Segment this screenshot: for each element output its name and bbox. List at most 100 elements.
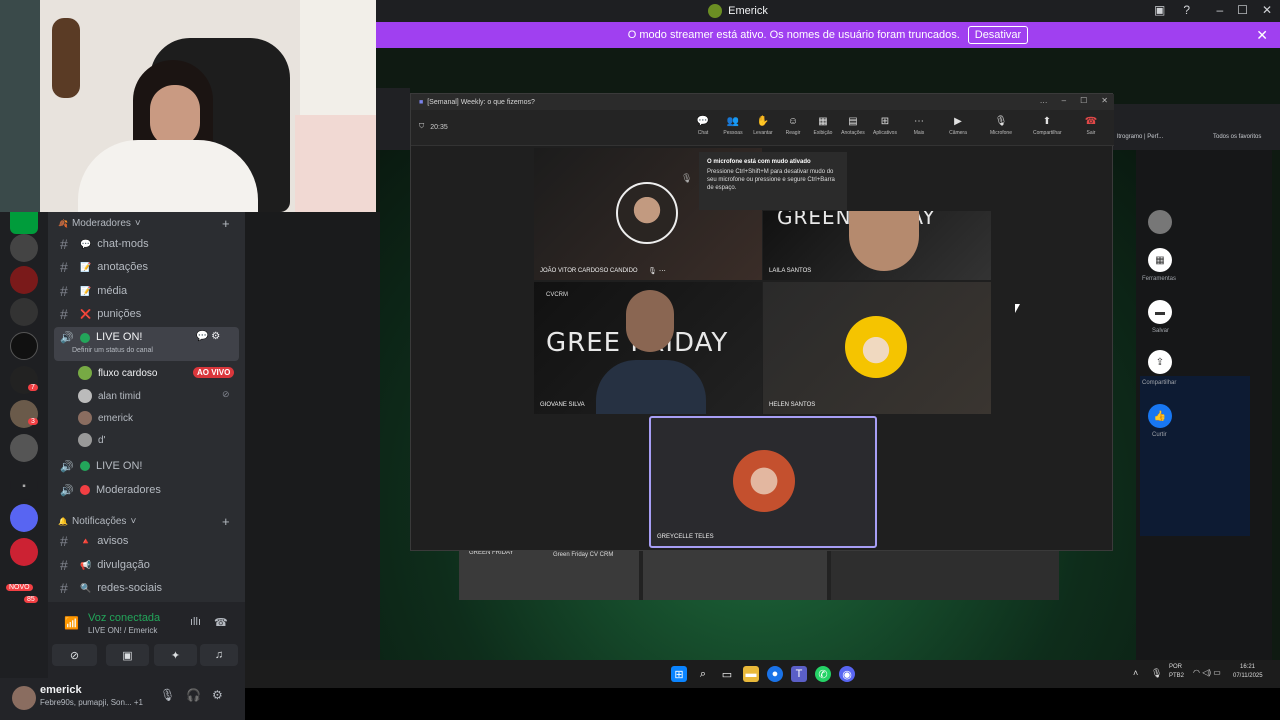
category-icon: 🍂 — [58, 219, 68, 228]
chat-button[interactable]: 💬 Chat — [689, 116, 717, 136]
save-icon[interactable]: ▬ — [1148, 300, 1172, 324]
close-icon[interactable]: ✕ — [1256, 27, 1268, 44]
server-icon[interactable] — [10, 504, 38, 532]
people-button[interactable]: 👥 Pessoas — [719, 116, 747, 136]
channel-punicoes[interactable]: # ❌ punições — [54, 303, 239, 325]
people-icon: 👥 — [726, 116, 740, 127]
server-icon[interactable] — [10, 234, 38, 262]
screen-share-button[interactable]: ▣ — [106, 644, 149, 666]
share-icon[interactable]: ⇪ — [1148, 350, 1172, 374]
share-button[interactable]: ⬆ Compartilhar — [1033, 116, 1062, 136]
chevron-up-icon[interactable]: ˄ — [1133, 668, 1138, 678]
channel-name: média — [97, 285, 128, 297]
server-icon[interactable] — [10, 538, 38, 566]
voice-user[interactable]: emerick — [78, 411, 133, 425]
server-icon[interactable] — [10, 298, 38, 326]
language-indicator[interactable]: POR — [1169, 664, 1182, 670]
meeting-toolbar: ⛉ 20:35 💬 Chat 👥 Pessoas ✋ Levantar ☺ Reagir… — [411, 110, 1114, 146]
disable-streamer-button[interactable]: Desativar — [967, 26, 1029, 44]
activities-button[interactable]: ✦ — [154, 644, 197, 666]
channel-anotacoes[interactable]: # 📝 anotações — [54, 256, 239, 278]
avatar[interactable] — [12, 686, 36, 710]
channel-emoji: 🔺 — [80, 535, 92, 546]
file-explorer-icon[interactable]: ▬ — [743, 666, 759, 682]
channel-redes-sociais[interactable]: # 🔍 redes-sociais — [54, 577, 239, 599]
headphones-icon[interactable]: 🎧 — [186, 688, 201, 702]
activity-text: Febre90s, pumapji, Son... — [40, 698, 132, 707]
clock-time[interactable]: 16:21 — [1240, 664, 1255, 670]
bookmarks-label[interactable]: Todos os favoritos — [1213, 134, 1261, 140]
voice-channel-live-on-2[interactable]: 🔊 LIVE ON! — [54, 455, 239, 477]
folder-icon[interactable]: ▪ — [10, 472, 38, 500]
maximize-icon[interactable]: ☐ — [1237, 3, 1248, 17]
maximize-icon[interactable]: ☐ — [1080, 96, 1087, 105]
meeting-title: [Semanal] Weekly: o que fizemos? — [427, 98, 535, 106]
keyboard-layout[interactable]: PTB2 — [1169, 673, 1184, 679]
channel-divulgacao[interactable]: # 📢 divulgação — [54, 554, 239, 576]
voice-channel-path[interactable]: LIVE ON! / Emerick — [88, 626, 157, 635]
minimize-icon[interactable]: – — [1062, 96, 1066, 105]
add-channel-icon[interactable]: + — [222, 216, 230, 231]
discord-icon[interactable]: ◉ — [839, 666, 855, 682]
channel-media[interactable]: # 📝 média — [54, 280, 239, 302]
profile-avatar[interactable] — [1148, 210, 1172, 234]
channel-avisos[interactable]: # 🔺 avisos — [54, 530, 239, 552]
like-icon[interactable]: 👍 — [1148, 404, 1172, 428]
view-button[interactable]: ▦ Exibição — [809, 116, 837, 136]
more-icon[interactable]: … — [1040, 96, 1048, 105]
category-notificacoes[interactable]: 🔔 Notificações ˅ + — [58, 514, 230, 529]
help-icon[interactable]: ? — [1183, 3, 1190, 17]
noise-suppression-icon[interactable]: ıllı — [190, 616, 201, 628]
search-icon[interactable]: ⌕ — [695, 666, 711, 682]
camera-button[interactable]: ▶ Câmera — [944, 116, 972, 136]
voice-user[interactable]: alan timid — [78, 389, 141, 403]
notes-button[interactable]: ▤ Anotações — [839, 116, 867, 136]
tool-label: Sair — [1086, 130, 1096, 136]
microphone-muted-icon[interactable]: 🎙 — [1151, 668, 1162, 679]
whatsapp-icon[interactable]: ✆ — [815, 666, 831, 682]
chrome-icon[interactable]: ● — [767, 666, 783, 682]
inbox-icon[interactable]: ▣ — [1154, 3, 1165, 17]
server-icon[interactable] — [10, 332, 38, 360]
raise-hand-button[interactable]: ✋ Levantar — [749, 116, 777, 136]
participant-tile[interactable]: CVCRM GREE FRIDAY GIOVANE SILVA — [534, 282, 762, 414]
camera-off-button[interactable]: ⊘ — [52, 644, 97, 666]
tab-label[interactable]: ltrogramo | Perf... — [1117, 134, 1163, 140]
more-button[interactable]: ⋯ Mais — [905, 116, 933, 136]
leave-button[interactable]: ☎ Sair — [1077, 116, 1105, 136]
gear-icon[interactable]: ⚙ — [212, 688, 223, 702]
clock-date[interactable]: 07/11/2025 — [1233, 673, 1263, 679]
apps-button[interactable]: ⊞ Aplicativos — [871, 116, 899, 136]
category-moderadores[interactable]: 🍂 Moderadores ˅ + — [58, 216, 230, 231]
channel-actions-icon[interactable]: 💬 ⚙ — [196, 331, 220, 342]
start-icon[interactable]: ⊞ — [671, 666, 687, 682]
add-channel-icon[interactable]: + — [222, 514, 230, 529]
voice-channel-live-on[interactable]: 🔊 LIVE ON! 💬 ⚙ Definir um status do cana… — [54, 327, 239, 361]
teams-icon[interactable]: T — [791, 666, 807, 682]
microphone-muted-icon: 🎙 — [994, 116, 1008, 127]
voice-channel-moderadores[interactable]: 🔊 Moderadores — [54, 479, 239, 501]
channel-status-hint[interactable]: Definir um status do canal — [72, 347, 153, 354]
close-icon[interactable]: ✕ — [1101, 96, 1108, 105]
chevron-down-icon: ˅ — [134, 218, 141, 229]
participant-tile[interactable]: HELEN SANTOS — [763, 282, 991, 414]
react-button[interactable]: ☺ Reagir — [779, 116, 807, 136]
minimize-icon[interactable]: – — [1216, 3, 1223, 17]
server-icon[interactable] — [10, 266, 38, 294]
server-icon[interactable] — [10, 434, 38, 462]
voice-user[interactable]: d' — [78, 433, 105, 447]
microphone-button[interactable]: 🎙 Microfone — [987, 116, 1015, 136]
participant-tile[interactable]: GREEN FRIDAY LAILA SANTOS — [763, 211, 991, 280]
disconnect-icon[interactable]: ☎ — [214, 616, 228, 629]
channel-chat-mods[interactable]: # 💬 chat-mods — [54, 233, 239, 255]
close-icon[interactable]: ✕ — [1262, 3, 1272, 17]
participant-tile-active[interactable]: GREYCELLE TELES — [649, 416, 877, 548]
username[interactable]: emerick — [40, 684, 82, 696]
task-view-icon[interactable]: ▭ — [719, 666, 735, 682]
microphone-icon[interactable]: 🎙 — [160, 688, 175, 702]
channel-emoji: 📝 — [80, 285, 92, 296]
voice-user[interactable]: fluxo cardoso — [78, 366, 157, 380]
soundboard-button[interactable]: ♫ — [200, 644, 238, 666]
tools-icon[interactable]: ▦ — [1148, 248, 1172, 272]
wifi-volume-battery-icons[interactable]: ◠ ◁) ▭ — [1193, 668, 1221, 677]
